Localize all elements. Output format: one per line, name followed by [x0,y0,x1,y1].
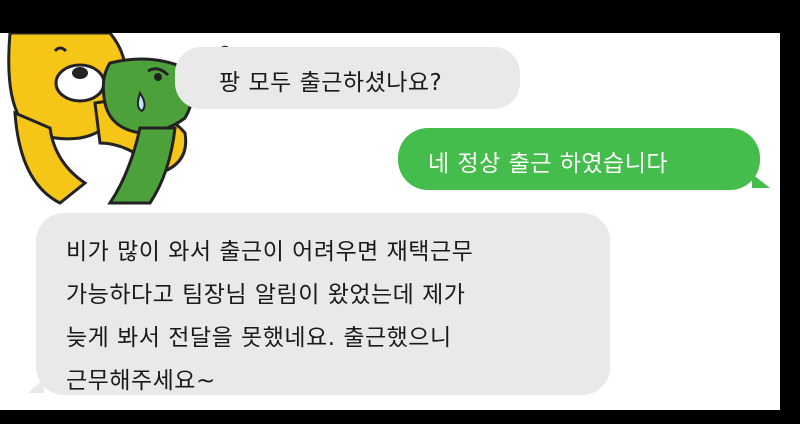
message-bubble-outgoing[interactable]: 네 정상 출근 하였습니다 [398,128,770,190]
message-text-line: 늦게 봐서 전달을 못했네요. 출근했으니 [66,325,452,351]
message-text: 네 정상 출근 하였습니다 [428,151,669,177]
message-bubble-incoming[interactable]: 비가 많이 와서 출근이 어려우면 재택근무 가능하다고 팀장님 알림이 왔었는… [28,213,610,395]
message-text-line: 비가 많이 와서 출근이 어려우면 재택근무 [66,239,474,265]
message-text-line: 가능하다고 팀장님 알림이 왔었는데 제가 [66,282,466,308]
message-text-line: 근무해주세요~ [66,368,216,394]
message-bubble-incoming[interactable]: 팡 모두 출근하셨나요? [175,47,520,109]
message-text: 팡 모두 출근하셨나요? [219,70,443,96]
chat-window: ? ? 팡 모두 출근하셨나요? 네 정상 출근 하였습니다 비가 많이 와서 … [0,33,780,410]
